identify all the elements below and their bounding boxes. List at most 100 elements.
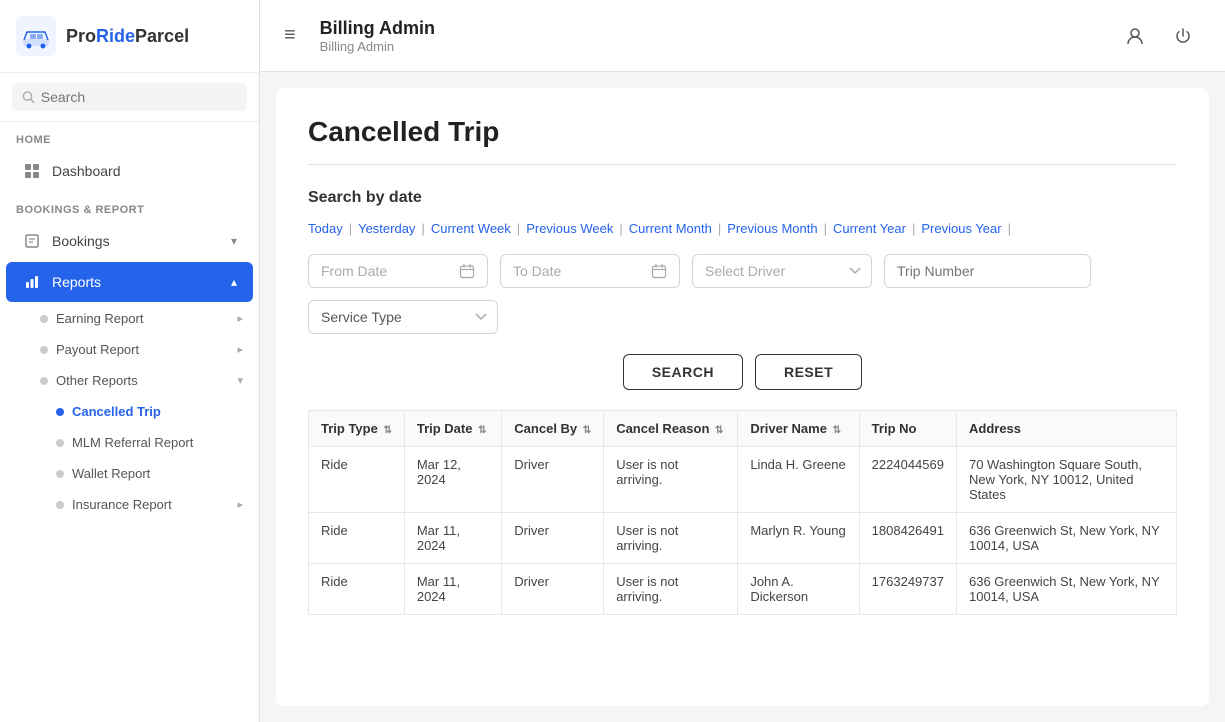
filter-today[interactable]: Today [308, 221, 343, 236]
user-profile-button[interactable] [1117, 18, 1153, 54]
sidebar-logo: ProRideParcel [0, 0, 259, 73]
bookings-icon [22, 231, 42, 251]
sidebar: ProRideParcel HOME Dashboard [0, 0, 260, 722]
cell-trip-type: Ride [309, 447, 405, 513]
col-driver-name: Driver Name ⇅ [738, 411, 859, 447]
header-subtitle: Billing Admin [320, 39, 1101, 54]
sort-icon-cancel-by[interactable]: ⇅ [583, 425, 591, 436]
filter-previous-year[interactable]: Previous Year [921, 221, 1001, 236]
sidebar-sub-item-earning-report[interactable]: Earning Report ▸ [0, 303, 259, 334]
reports-icon [22, 272, 42, 292]
sep8: | [1008, 221, 1011, 236]
action-row: SEARCH RESET [308, 354, 1177, 390]
col-address: Address [956, 411, 1176, 447]
sidebar-sub-item-wallet-report[interactable]: Wallet Report [0, 458, 259, 489]
bookings-label: Bookings [52, 233, 221, 249]
bookings-report-label: BOOKINGS & REPORT [0, 192, 259, 220]
power-button[interactable] [1165, 18, 1201, 54]
cell-driver-name: Linda H. Greene [738, 447, 859, 513]
sort-icon-trip-type[interactable]: ⇅ [383, 425, 391, 436]
header-icons [1117, 18, 1201, 54]
sidebar-sub-item-insurance-report[interactable]: Insurance Report ▸ [0, 489, 259, 520]
page-title: Cancelled Trip [308, 116, 1177, 148]
calendar-icon-to [651, 263, 667, 279]
sidebar-section-home: HOME Dashboard [0, 122, 259, 192]
sidebar-sub-item-mlm-referral[interactable]: MLM Referral Report [0, 427, 259, 458]
sep6: | [824, 221, 827, 236]
col-trip-type: Trip Type ⇅ [309, 411, 405, 447]
cell-cancel-reason: User is not arriving. [604, 564, 738, 615]
sidebar-item-dashboard[interactable]: Dashboard [6, 151, 253, 191]
search-input[interactable] [41, 89, 237, 105]
sidebar-sub-item-other-reports[interactable]: Other Reports ▾ [0, 365, 259, 396]
filter-yesterday[interactable]: Yesterday [358, 221, 415, 236]
mlm-referral-label: MLM Referral Report [72, 435, 193, 450]
to-date-picker[interactable]: To Date [500, 254, 680, 288]
sep5: | [718, 221, 721, 236]
sep2: | [421, 221, 424, 236]
cell-cancel-by: Driver [502, 513, 604, 564]
other-reports-label: Other Reports [56, 373, 138, 388]
col-cancel-reason: Cancel Reason ⇅ [604, 411, 738, 447]
sort-icon-trip-date[interactable]: ⇅ [478, 425, 486, 436]
insurance-report-label: Insurance Report [72, 497, 172, 512]
filter-current-month[interactable]: Current Month [629, 221, 712, 236]
cell-trip-type: Ride [309, 564, 405, 615]
header: ≡ Billing Admin Billing Admin [260, 0, 1225, 72]
cell-cancel-by: Driver [502, 564, 604, 615]
other-reports-chevron-icon: ▾ [237, 374, 243, 387]
payout-report-dot [40, 346, 48, 354]
menu-icon[interactable]: ≡ [284, 24, 296, 47]
earning-report-dot [40, 315, 48, 323]
table-header: Trip Type ⇅ Trip Date ⇅ Cancel By ⇅ Canc… [309, 411, 1177, 447]
sep1: | [349, 221, 352, 236]
payout-report-chevron-icon: ▸ [237, 343, 243, 356]
search-input-wrap[interactable] [12, 83, 247, 111]
search-button[interactable]: SEARCH [623, 354, 743, 390]
sidebar-item-reports[interactable]: Reports ▴ [6, 262, 253, 302]
filter-row-2: Service Type [308, 300, 1177, 334]
sidebar-item-bookings[interactable]: Bookings ▾ [6, 221, 253, 261]
table-body: RideMar 12, 2024DriverUser is not arrivi… [309, 447, 1177, 615]
from-date-picker[interactable]: From Date [308, 254, 488, 288]
service-type-select[interactable]: Service Type [308, 300, 498, 334]
logo-icon [16, 16, 56, 56]
filter-previous-month[interactable]: Previous Month [727, 221, 817, 236]
cancelled-trip-dot [56, 408, 64, 416]
sidebar-sub-item-payout-report[interactable]: Payout Report ▸ [0, 334, 259, 365]
insurance-report-dot [56, 501, 64, 509]
filter-current-week[interactable]: Current Week [431, 221, 511, 236]
trip-number-input[interactable] [884, 254, 1091, 288]
driver-select[interactable]: Select Driver [692, 254, 872, 288]
col-trip-no: Trip No [859, 411, 956, 447]
cell-cancel-reason: User is not arriving. [604, 513, 738, 564]
filter-previous-week[interactable]: Previous Week [526, 221, 613, 236]
col-cancel-by: Cancel By ⇅ [502, 411, 604, 447]
cell-address: 70 Washington Square South, New York, NY… [956, 447, 1176, 513]
cell-cancel-reason: User is not arriving. [604, 447, 738, 513]
sort-icon-driver-name[interactable]: ⇅ [833, 425, 841, 436]
sep7: | [912, 221, 915, 236]
sep4: | [619, 221, 622, 236]
to-date-label: To Date [513, 263, 561, 279]
sort-icon-cancel-reason[interactable]: ⇅ [715, 425, 723, 436]
sidebar-search-section [0, 73, 259, 122]
title-divider [308, 164, 1177, 165]
reset-button[interactable]: RESET [755, 354, 862, 390]
insurance-report-chevron-icon: ▸ [237, 498, 243, 511]
wallet-report-dot [56, 470, 64, 478]
cell-cancel-by: Driver [502, 447, 604, 513]
dashboard-label: Dashboard [52, 163, 237, 179]
cell-driver-name: John A. Dickerson [738, 564, 859, 615]
reports-label: Reports [52, 274, 221, 290]
cell-trip-date: Mar 11, 2024 [404, 564, 501, 615]
cell-address: 636 Greenwich St, New York, NY 10014, US… [956, 564, 1176, 615]
cell-trip-no: 1763249737 [859, 564, 956, 615]
wallet-report-label: Wallet Report [72, 466, 150, 481]
cell-address: 636 Greenwich St, New York, NY 10014, US… [956, 513, 1176, 564]
sidebar-sub-item-cancelled-trip[interactable]: Cancelled Trip [0, 396, 259, 427]
filter-current-year[interactable]: Current Year [833, 221, 906, 236]
table-row: RideMar 11, 2024DriverUser is not arrivi… [309, 564, 1177, 615]
user-icon [1125, 26, 1145, 46]
payout-report-label: Payout Report [56, 342, 139, 357]
